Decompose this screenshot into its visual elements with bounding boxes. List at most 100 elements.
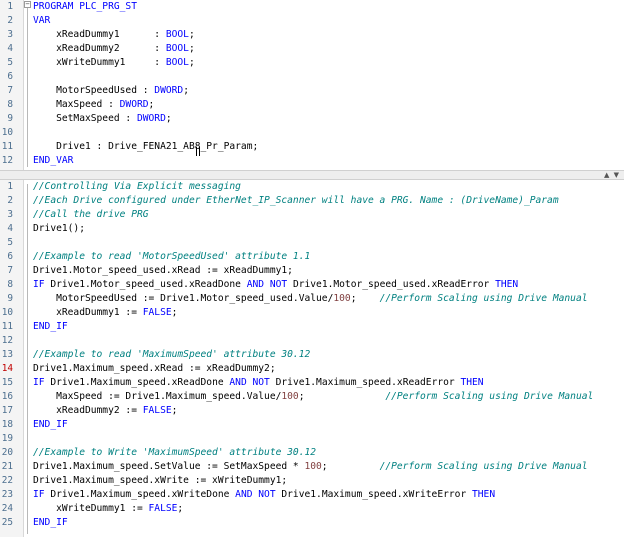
keyword-token: AND NOT	[235, 489, 276, 500]
code-line[interactable]: 1 //Controlling Via Explicit messaging	[0, 180, 624, 194]
code-token: Drive1.Maximum_speed.SetValue := SetMaxS…	[33, 461, 305, 472]
code-text: MotorSpeedUsed : DWORD;	[33, 84, 189, 98]
keyword-token: BOOL	[165, 43, 189, 54]
code-token: xWriteDummy1 :	[33, 57, 166, 68]
code-line[interactable]: 25 END_IF	[0, 516, 624, 530]
keyword-token: FALSE	[142, 405, 172, 416]
code-text: xReadDummy1 : BOOL;	[33, 28, 195, 42]
line-number: 11	[1, 321, 13, 332]
line-number: 22	[1, 475, 13, 486]
line-number: 3	[7, 29, 13, 40]
code-text: xReadDummy1 := FALSE;	[33, 306, 177, 320]
code-token: ;	[188, 43, 195, 54]
code-line[interactable]: 11 Drive1 : Drive_FENA21_AB8_Pr_Param;	[0, 140, 624, 154]
code-token: MotorSpeedUsed :	[33, 85, 155, 96]
line-number: 7	[7, 85, 13, 96]
code-line[interactable]: 18 END_IF	[0, 418, 624, 432]
code-token: Drive1.Maximum_speed.xReadDone	[44, 377, 230, 388]
implementation-editor[interactable]: 1 //Controlling Via Explicit messaging 2 //…	[0, 180, 624, 537]
code-line[interactable]: 21 Drive1.Maximum_speed.SetValue := SetMa…	[0, 460, 624, 474]
code-token: MotorSpeedUsed := Drive1.Motor_speed_use…	[33, 293, 334, 304]
code-text: Drive1();	[33, 222, 85, 236]
code-line[interactable]: 11 END_IF	[0, 320, 624, 334]
number-token: 100	[304, 461, 322, 472]
triangle-down-icon[interactable]: ▼	[614, 171, 620, 179]
keyword-token: END_VAR	[33, 155, 74, 166]
comment-token: //Controlling Via Explicit messaging	[33, 181, 241, 192]
splitter-arrows[interactable]: ▲ ▼	[604, 171, 620, 179]
line-number: 7	[7, 265, 13, 276]
pane-splitter[interactable]: ▲ ▼	[0, 170, 624, 180]
code-line[interactable]: 4 xReadDummy2 : BOOL;	[0, 42, 624, 56]
keyword-token: THEN	[460, 377, 484, 388]
code-line[interactable]: 24 xWriteDummy1 := FALSE;	[0, 502, 624, 516]
keyword-token: AND NOT	[246, 279, 288, 290]
code-line[interactable]: 7 Drive1.Motor_speed_used.xRead := xReadD…	[0, 264, 624, 278]
code-token: Drive1.Maximum_speed.xWriteDone	[44, 489, 236, 500]
code-line[interactable]: 6 //Example to read 'MotorSpeedUsed' attr…	[0, 250, 624, 264]
code-line[interactable]: 22 Drive1.Maximum_speed.xWrite := xWriteD…	[0, 474, 624, 488]
code-line[interactable]: 2 VAR	[0, 14, 624, 28]
code-line[interactable]: 12	[0, 334, 624, 348]
triangle-up-icon[interactable]: ▲	[604, 171, 610, 179]
code-token: Drive1();	[33, 223, 85, 234]
line-number: 17	[1, 405, 13, 416]
line-number: 10	[1, 307, 13, 318]
text-cursor-ibeam	[196, 147, 200, 156]
code-line[interactable]: 16 MaxSpeed := Drive1.Maximum_speed.Valu…	[0, 390, 624, 404]
code-line[interactable]: 3 //Call the drive PRG	[0, 208, 624, 222]
keyword-token: FALSE	[148, 503, 178, 514]
line-number: 3	[7, 209, 13, 220]
number-token: 100	[333, 293, 351, 304]
code-line[interactable]: 8 MaxSpeed : DWORD;	[0, 98, 624, 112]
code-text: IF Drive1.Maximum_speed.xWriteDone AND N…	[33, 488, 495, 502]
code-line[interactable]: 7 MotorSpeedUsed : DWORD;	[0, 84, 624, 98]
code-token: Drive1 : Drive_FENA21_AB8_Pr_Param;	[33, 141, 259, 152]
code-text: Drive1.Maximum_speed.SetValue := SetMaxS…	[33, 460, 588, 474]
declaration-editor[interactable]: − 1 PROGRAM PLC_PRG_ST 2 VAR 3 xReadDummy1 :…	[0, 0, 624, 170]
code-text: MaxSpeed := Drive1.Maximum_speed.Value/1…	[33, 390, 593, 404]
code-text: xReadDummy2 := FALSE;	[33, 404, 177, 418]
code-line[interactable]: 9 MotorSpeedUsed := Drive1.Motor_speed_u…	[0, 292, 624, 306]
code-line[interactable]: 14 Drive1.Maximum_speed.xRead := xReadDum…	[0, 362, 624, 376]
code-line[interactable]: 5 xWriteDummy1 : BOOL;	[0, 56, 624, 70]
keyword-token: THEN	[472, 489, 496, 500]
line-number: 1	[7, 1, 13, 12]
code-token: Drive1.Motor_speed_used.xReadError	[287, 279, 496, 290]
line-number: 5	[7, 237, 13, 248]
code-line[interactable]: 17 xReadDummy2 := FALSE;	[0, 404, 624, 418]
code-line[interactable]: 10	[0, 126, 624, 140]
code-token: SetMaxSpeed :	[33, 113, 137, 124]
code-line[interactable]: 13 //Example to read 'MaximumSpeed' attri…	[0, 348, 624, 362]
line-number: 1	[7, 181, 13, 192]
code-line[interactable]: 19	[0, 432, 624, 446]
code-line[interactable]: 23 IF Drive1.Maximum_speed.xWriteDone AND…	[0, 488, 624, 502]
code-line[interactable]: 9 SetMaxSpeed : DWORD;	[0, 112, 624, 126]
code-token: xWriteDummy1 :=	[33, 503, 149, 514]
code-token: Drive1.Maximum_speed.xWriteError	[275, 489, 472, 500]
code-line[interactable]: 12 END_VAR	[0, 154, 624, 168]
code-line[interactable]: 6	[0, 70, 624, 84]
code-token: Drive1.Maximum_speed.xWrite := xWriteDum…	[33, 475, 288, 486]
comment-token: //Each Drive configured under EtherNet_I…	[33, 195, 559, 206]
comment-token: //Call the drive PRG	[33, 209, 149, 220]
code-token: xReadDummy1 :	[33, 29, 166, 40]
code-line[interactable]: 2 //Each Drive configured under EtherNet_…	[0, 194, 624, 208]
keyword-token: BOOL	[165, 57, 189, 68]
code-text: MaxSpeed : DWORD;	[33, 98, 154, 112]
code-line[interactable]: 5	[0, 236, 624, 250]
code-line[interactable]: 3 xReadDummy1 : BOOL;	[0, 28, 624, 42]
code-line[interactable]: 10 xReadDummy1 := FALSE;	[0, 306, 624, 320]
code-text: //Each Drive configured under EtherNet_I…	[33, 194, 559, 208]
code-text: SetMaxSpeed : DWORD;	[33, 112, 172, 126]
code-line[interactable]: 15 IF Drive1.Maximum_speed.xReadDone AND …	[0, 376, 624, 390]
comment-token: //Perform Scaling using Drive Manual	[379, 461, 588, 472]
line-number: 18	[1, 419, 13, 430]
code-line[interactable]: 4 Drive1();	[0, 222, 624, 236]
code-text: Drive1.Motor_speed_used.xRead := xReadDu…	[33, 264, 293, 278]
code-line[interactable]: 1 PROGRAM PLC_PRG_ST	[0, 0, 624, 14]
code-line[interactable]: 8 IF Drive1.Motor_speed_used.xReadDone AN…	[0, 278, 624, 292]
code-line[interactable]: 20 //Example to Write 'MaximumSpeed' attr…	[0, 446, 624, 460]
keyword-token: END_IF	[33, 419, 68, 430]
keyword-token: IF	[33, 377, 45, 388]
